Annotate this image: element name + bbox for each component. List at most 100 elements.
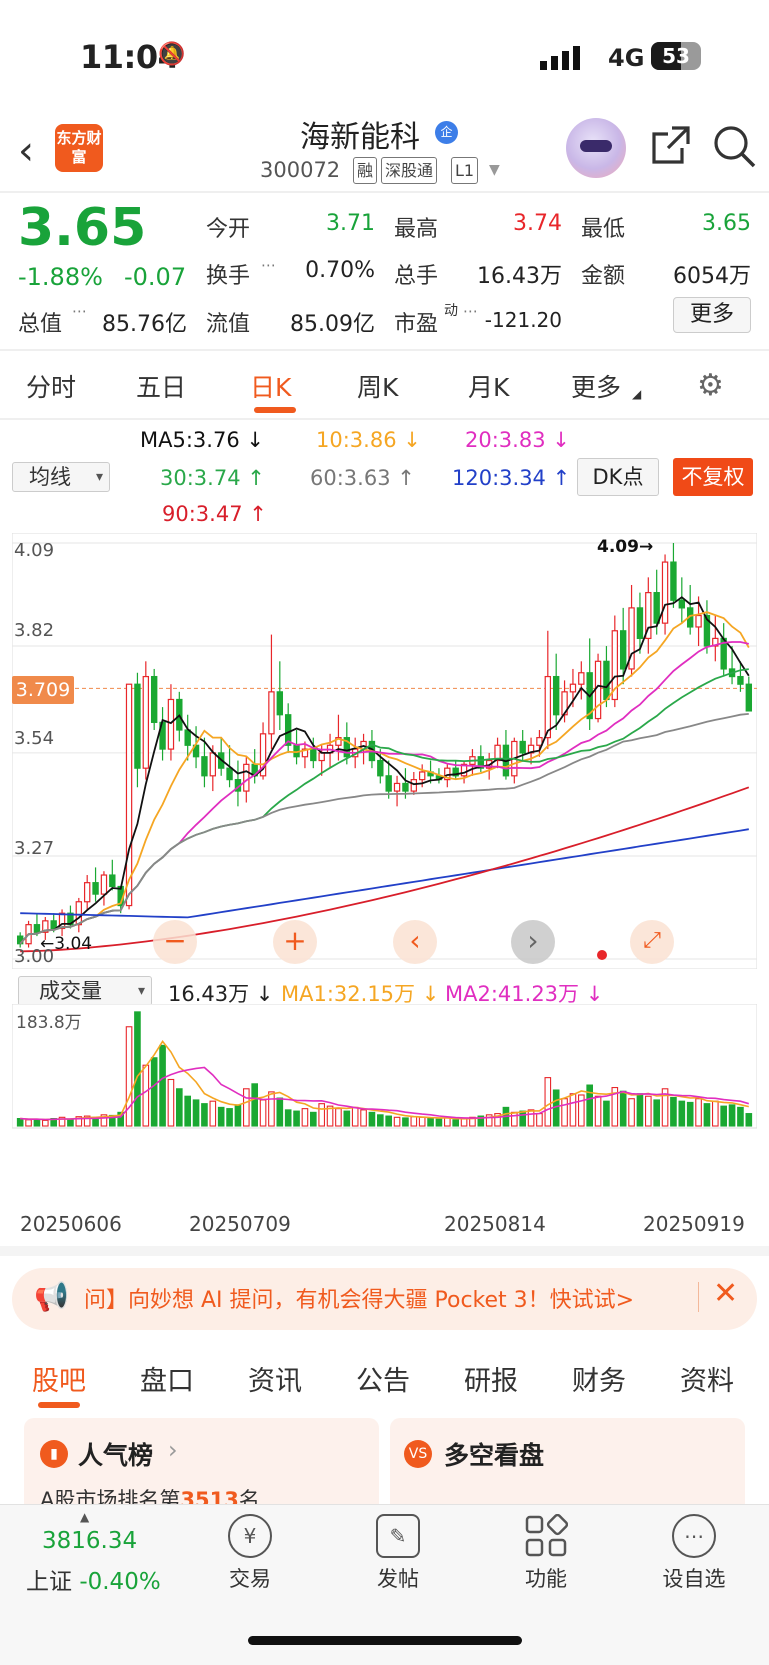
- home-indicator: [248, 1636, 522, 1645]
- turnover-value: 0.70%: [305, 258, 375, 283]
- search-icon[interactable]: [712, 124, 758, 170]
- scroll-right-button[interactable]: ›: [511, 920, 555, 964]
- stock-name[interactable]: 海新能科: [300, 112, 420, 156]
- volume-bar: [586, 1084, 594, 1127]
- volume-bar: [360, 1109, 367, 1127]
- zoom-in-button[interactable]: +: [273, 920, 317, 964]
- y-tick-label: 3.82: [14, 620, 55, 641]
- nav-add-watchlist[interactable]: 设自选: [654, 1563, 734, 1593]
- candle-body: [619, 630, 627, 670]
- volume-bar: [670, 1096, 677, 1127]
- index-label[interactable]: 上证 -0.40%: [26, 1562, 161, 1596]
- tab-daily-k[interactable]: 日K: [250, 368, 291, 404]
- volume-bar: [435, 1118, 443, 1127]
- y-tick-label: 4.09: [14, 540, 55, 561]
- pe-value: -121.20: [484, 308, 562, 332]
- zoom-out-button[interactable]: −: [153, 920, 197, 964]
- candle-body: [276, 691, 284, 716]
- share-icon[interactable]: [648, 124, 692, 168]
- ma120-legend: 120:3.34 ↑: [452, 466, 571, 490]
- network-type: 4G: [608, 44, 645, 72]
- tab-orderbook[interactable]: 盘口: [140, 1359, 194, 1398]
- volume-bar: [443, 1117, 451, 1127]
- dk-point-button[interactable]: DK点: [577, 458, 659, 496]
- volume-bar: [695, 1098, 702, 1127]
- volume-bar: [703, 1103, 711, 1127]
- volume-bar: [527, 1109, 535, 1127]
- index-name: 上证: [26, 1569, 72, 1595]
- current-price-tag: 3.709: [12, 676, 74, 704]
- more-dots-icon[interactable]: ⋯: [672, 1514, 716, 1558]
- volume-chart[interactable]: [12, 1004, 757, 1204]
- candle-body: [50, 920, 57, 930]
- candle-body: [670, 561, 677, 601]
- gear-icon[interactable]: ⚙: [697, 368, 724, 403]
- tab-more[interactable]: 更多: [571, 368, 621, 404]
- volume-bar: [217, 1106, 225, 1127]
- date-label: 20250919: [643, 1212, 745, 1236]
- volume-bar: [167, 1078, 175, 1127]
- tab-research[interactable]: 研报: [464, 1359, 518, 1398]
- tab-weekly-k[interactable]: 周K: [357, 368, 398, 404]
- volume-indicator-select[interactable]: 成交量: [18, 976, 152, 1006]
- no-adjust-button[interactable]: 不复权: [673, 458, 753, 496]
- candle-body: [695, 614, 702, 628]
- fullscreen-button[interactable]: ⤢: [630, 920, 674, 964]
- volume-bar: [209, 1100, 217, 1127]
- tab-news[interactable]: 资讯: [248, 1359, 302, 1398]
- tab-financials[interactable]: 财务: [572, 1359, 626, 1398]
- low-label: 最低: [581, 217, 626, 242]
- info-dots-icon[interactable]: ⋯: [261, 256, 276, 274]
- more-quote-button[interactable]: 更多: [673, 297, 751, 333]
- candlestick-chart[interactable]: [12, 533, 757, 969]
- info-dots-icon[interactable]: ⋯: [72, 302, 87, 320]
- candle-body: [100, 874, 108, 895]
- tab-five-day[interactable]: 五日: [136, 368, 186, 404]
- latest-dot: [597, 950, 607, 960]
- nav-post[interactable]: 发帖: [358, 1563, 438, 1593]
- ai-robot-avatar[interactable]: [566, 118, 626, 178]
- ma30-legend: 30:3.74 ↑: [160, 466, 265, 490]
- candle-body: [569, 683, 577, 693]
- caret-up-icon: ▲: [80, 1510, 90, 1524]
- index-value[interactable]: 3816.34: [42, 1528, 137, 1554]
- banner-text[interactable]: 问】向妙想 AI 提问，有机会得大疆 Pocket 3！快试试>: [84, 1282, 634, 1314]
- info-dots-icon[interactable]: ⋯: [463, 302, 478, 320]
- volume-bar: [653, 1099, 661, 1127]
- nav-functions[interactable]: 功能: [506, 1563, 586, 1593]
- candle-body: [226, 767, 233, 781]
- candle-body: [75, 901, 83, 926]
- edit-icon[interactable]: ✎: [376, 1514, 420, 1558]
- date-label: 20250814: [444, 1212, 546, 1236]
- volume-bar: [41, 1119, 49, 1127]
- scroll-left-button[interactable]: ‹: [393, 920, 437, 964]
- candle-body: [167, 698, 175, 750]
- tab-forum[interactable]: 股吧: [32, 1359, 86, 1398]
- yen-icon[interactable]: ¥: [228, 1514, 272, 1558]
- ma20-legend: 20:3.83 ↓: [465, 428, 570, 452]
- tab-profile[interactable]: 资料: [680, 1359, 734, 1398]
- close-icon[interactable]: ✕: [713, 1276, 738, 1311]
- volume-bar: [301, 1108, 309, 1127]
- volume-bar: [510, 1111, 518, 1127]
- candle-body: [33, 924, 41, 933]
- volume-bar: [636, 1093, 644, 1127]
- volume-bar: [561, 1098, 568, 1127]
- back-chevron-icon[interactable]: ‹: [18, 128, 34, 174]
- tab-monthly-k[interactable]: 月K: [468, 368, 509, 404]
- tab-intraday[interactable]: 分时: [26, 368, 76, 404]
- candle-body: [661, 561, 669, 624]
- volume-bar: [678, 1100, 686, 1127]
- dropdown-caret-icon[interactable]: ▼: [489, 162, 500, 178]
- indicator-select[interactable]: 均线: [12, 462, 110, 492]
- candle-body: [92, 882, 99, 895]
- low-value: 3.65: [702, 211, 751, 236]
- candle-body: [184, 729, 191, 746]
- nav-trade[interactable]: 交易: [210, 1563, 290, 1593]
- tab-announcements[interactable]: 公告: [356, 1359, 410, 1398]
- high-label: 最高: [394, 217, 439, 242]
- candle-body: [377, 759, 384, 777]
- change-amount: -0.07: [124, 263, 187, 291]
- candle-body: [209, 752, 217, 777]
- grid-icon[interactable]: [524, 1514, 568, 1558]
